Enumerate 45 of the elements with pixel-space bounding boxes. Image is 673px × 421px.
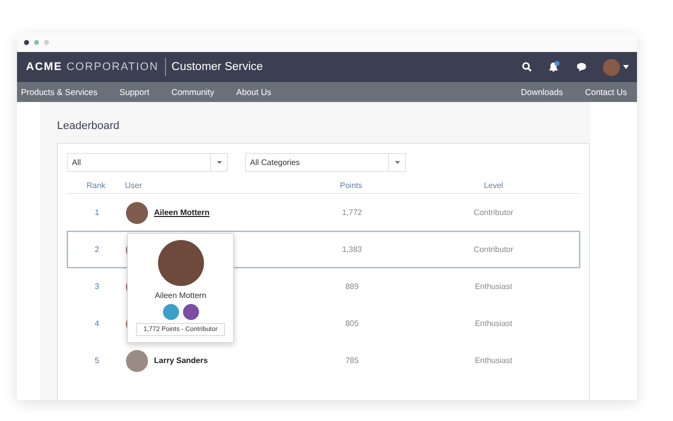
user-link[interactable]: Aileen Mottern	[154, 208, 210, 217]
search-icon[interactable]	[522, 62, 532, 72]
nav-link[interactable]: Contact Us	[584, 87, 627, 97]
points-cell-text: 1,383	[340, 245, 364, 254]
window-dot[interactable]	[34, 40, 39, 45]
profile-name: Aileen Mottern	[154, 291, 206, 300]
caret-icon	[394, 161, 400, 164]
level-cell-text: Enthusiast	[474, 319, 514, 328]
nav-link[interactable]: Community	[171, 87, 214, 97]
nav-link[interactable]: Products & Services	[21, 87, 98, 97]
level-cell-text: Contributor	[472, 245, 514, 254]
chat-bubble-icon[interactable]	[576, 62, 587, 72]
user-avatar[interactable]	[126, 202, 148, 224]
column-header[interactable]: Rank	[67, 181, 125, 190]
rank-cell-text: 4	[94, 319, 100, 328]
level-cell-text: Contributor	[472, 208, 514, 217]
caret-icon	[216, 161, 222, 164]
nav-link[interactable]: Support	[120, 87, 150, 97]
rank-cell-text: 5	[94, 356, 100, 365]
level-cell-text: Enthusiast	[474, 282, 514, 291]
points-cell-text: 805	[344, 319, 360, 328]
caret-icon[interactable]	[623, 65, 629, 69]
brand-logo[interactable]: ACME CORPORATION	[26, 61, 159, 73]
window-dot[interactable]	[44, 40, 49, 45]
rank-cell-text: 2	[94, 245, 100, 254]
points-cell-text: 1,772	[340, 208, 364, 217]
rank-cell-text: 3	[94, 282, 100, 291]
section-title: Customer Service	[172, 61, 263, 73]
level-cell-text: Enthusiast	[474, 356, 514, 365]
column-header[interactable]: User	[125, 181, 295, 190]
points-cell-text: 785	[344, 356, 360, 365]
rank-cell-text: 1	[94, 208, 100, 217]
window-dot[interactable]	[24, 40, 29, 45]
profile-photo-placeholder	[158, 240, 204, 286]
user-link[interactable]: Larry Sanders	[154, 356, 208, 365]
nav-link[interactable]: About Us	[236, 87, 272, 97]
points-cell-text: 889	[344, 282, 360, 291]
column-header[interactable]: Level	[407, 181, 580, 190]
user-avatar[interactable]	[126, 350, 148, 372]
nav-link[interactable]: Downloads	[520, 87, 563, 97]
page-title: Leaderboard	[56, 119, 120, 134]
bell-icon[interactable]	[548, 61, 560, 73]
filter-dropdown[interactable]: All Categories	[245, 153, 406, 172]
filter-dropdown[interactable]: All	[67, 153, 228, 172]
column-header[interactable]: Points	[295, 181, 407, 190]
